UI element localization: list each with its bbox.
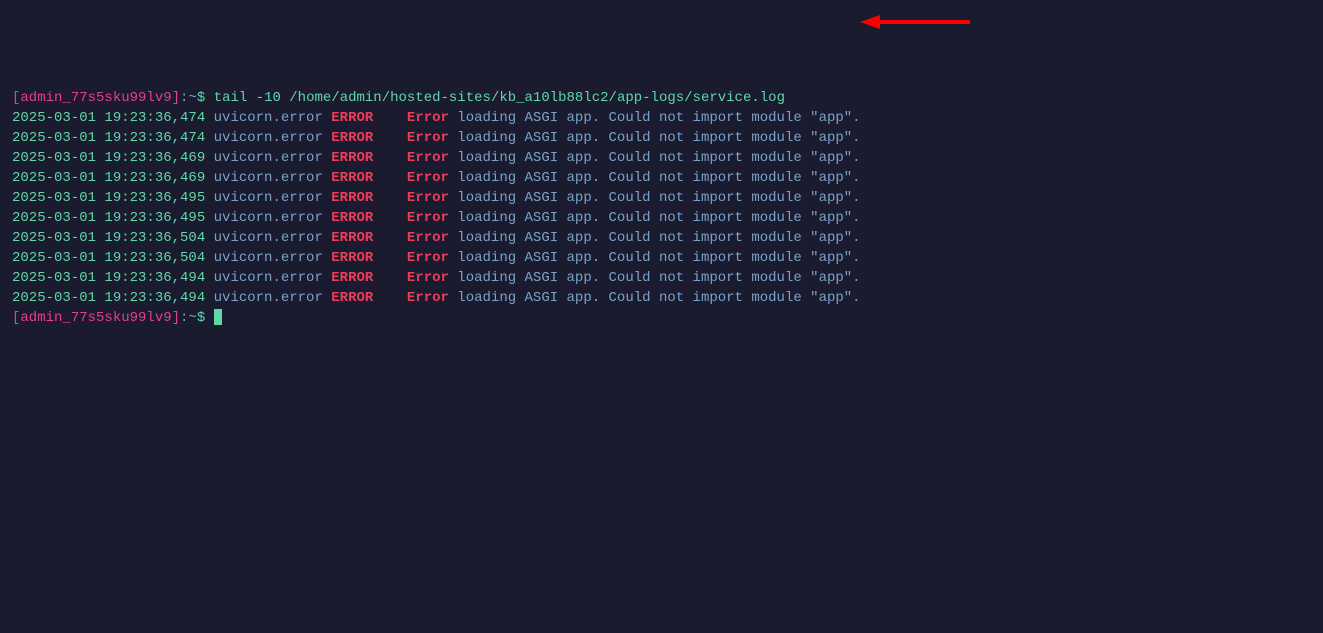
log-line: 2025-03-01 19:23:36,469 uvicorn.error ER… [12,168,1311,188]
log-timestamp: 2025-03-01 19:23:36,494 [12,270,205,286]
prompt-separator: :~ [180,310,197,326]
log-message: loading ASGI app. Could not import modul… [449,230,861,246]
log-timestamp: 2025-03-01 19:23:36,504 [12,230,205,246]
prompt-separator: :~ [180,90,197,106]
log-logger: uvicorn.error [214,210,323,226]
log-timestamp: 2025-03-01 19:23:36,495 [12,190,205,206]
log-line: 2025-03-01 19:23:36,494 uvicorn.error ER… [12,288,1311,308]
log-timestamp: 2025-03-01 19:23:36,494 [12,290,205,306]
prompt-user-host: admin_77s5sku99lv9 [20,310,171,326]
log-line: 2025-03-01 19:23:36,504 uvicorn.error ER… [12,248,1311,268]
log-error-word: Error [407,290,449,306]
log-level: ERROR [331,230,373,246]
log-level: ERROR [331,250,373,266]
log-level: ERROR [331,290,373,306]
prompt-bracket-close: ] [172,90,180,106]
log-message: loading ASGI app. Could not import modul… [449,250,861,266]
log-logger: uvicorn.error [214,250,323,266]
log-line: 2025-03-01 19:23:36,474 uvicorn.error ER… [12,108,1311,128]
log-logger: uvicorn.error [214,150,323,166]
log-logger: uvicorn.error [214,170,323,186]
log-logger: uvicorn.error [214,190,323,206]
prompt-line[interactable]: [admin_77s5sku99lv9]:~$ [12,308,1311,328]
command-line: [admin_77s5sku99lv9]:~$ tail -10 /home/a… [12,88,1311,108]
log-line: 2025-03-01 19:23:36,495 uvicorn.error ER… [12,208,1311,228]
log-line: 2025-03-01 19:23:36,469 uvicorn.error ER… [12,148,1311,168]
log-message: loading ASGI app. Could not import modul… [449,170,861,186]
prompt-user-host: admin_77s5sku99lv9 [20,90,171,106]
log-error-word: Error [407,170,449,186]
log-timestamp: 2025-03-01 19:23:36,474 [12,130,205,146]
terminal-output[interactable]: [admin_77s5sku99lv9]:~$ tail -10 /home/a… [12,88,1311,328]
log-level: ERROR [331,130,373,146]
log-timestamp: 2025-03-01 19:23:36,504 [12,250,205,266]
log-level: ERROR [331,150,373,166]
log-message: loading ASGI app. Could not import modul… [449,210,861,226]
log-error-word: Error [407,270,449,286]
log-error-word: Error [407,230,449,246]
log-level: ERROR [331,190,373,206]
log-line: 2025-03-01 19:23:36,474 uvicorn.error ER… [12,128,1311,148]
log-logger: uvicorn.error [214,230,323,246]
log-timestamp: 2025-03-01 19:23:36,474 [12,110,205,126]
log-timestamp: 2025-03-01 19:23:36,495 [12,210,205,226]
prompt-dollar: $ [197,310,205,326]
prompt-dollar: $ [197,90,205,106]
log-logger: uvicorn.error [214,110,323,126]
log-logger: uvicorn.error [214,290,323,306]
prompt-bracket-close: ] [172,310,180,326]
log-timestamp: 2025-03-01 19:23:36,469 [12,150,205,166]
log-message: loading ASGI app. Could not import modul… [449,290,861,306]
log-error-word: Error [407,250,449,266]
log-message: loading ASGI app. Could not import modul… [449,130,861,146]
log-message: loading ASGI app. Could not import modul… [449,150,861,166]
command-text: tail -10 /home/admin/hosted-sites/kb_a10… [214,90,785,106]
log-level: ERROR [331,210,373,226]
log-level: ERROR [331,110,373,126]
log-message: loading ASGI app. Could not import modul… [449,270,861,286]
log-error-word: Error [407,210,449,226]
log-line: 2025-03-01 19:23:36,495 uvicorn.error ER… [12,188,1311,208]
log-error-word: Error [407,130,449,146]
cursor-icon [214,309,222,325]
log-error-word: Error [407,190,449,206]
log-level: ERROR [331,170,373,186]
log-line: 2025-03-01 19:23:36,504 uvicorn.error ER… [12,228,1311,248]
arrow-annotation-icon [860,12,970,32]
log-logger: uvicorn.error [214,130,323,146]
log-message: loading ASGI app. Could not import modul… [449,110,861,126]
log-logger: uvicorn.error [214,270,323,286]
log-error-word: Error [407,110,449,126]
log-message: loading ASGI app. Could not import modul… [449,190,861,206]
log-level: ERROR [331,270,373,286]
log-line: 2025-03-01 19:23:36,494 uvicorn.error ER… [12,268,1311,288]
log-timestamp: 2025-03-01 19:23:36,469 [12,170,205,186]
log-error-word: Error [407,150,449,166]
